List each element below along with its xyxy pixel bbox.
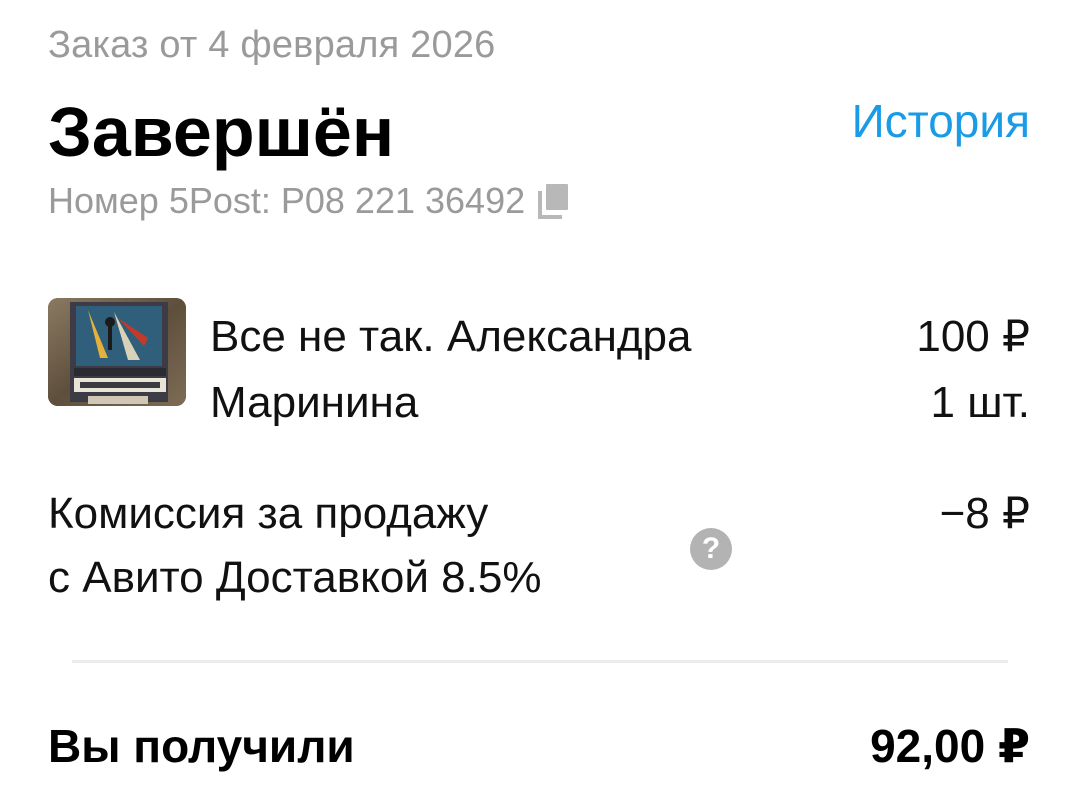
tracking-label: Номер 5Post:: [48, 180, 271, 221]
item-price: 100 ₽: [916, 312, 1030, 361]
item-title[interactable]: Все не так. Александра Маринина: [210, 304, 790, 436]
commission-description: Комиссия за продажу с Авито Доставкой 8.…: [48, 482, 648, 610]
question-mark-icon[interactable]: ?: [690, 528, 732, 570]
order-details-screen: Заказ от 4 февраля 2026 Завершён История…: [0, 0, 1080, 810]
tracking-number: Р08 221 36492: [280, 180, 526, 221]
total-label: Вы получили: [48, 720, 355, 772]
commission-row: Комиссия за продажу с Авито Доставкой 8.…: [48, 482, 1030, 612]
commission-line-2: с Авито Доставкой 8.5%: [48, 553, 542, 602]
book-cover-image[interactable]: [48, 298, 186, 406]
divider: [72, 660, 1008, 663]
total-value: 92,00 ₽: [870, 720, 1030, 772]
copy-icon[interactable]: [535, 181, 575, 221]
order-item[interactable]: Все не так. Александра Маринина 100 ₽ 1 …: [48, 298, 1030, 428]
commission-amount: −8 ₽: [939, 489, 1030, 538]
order-date: Заказ от 4 февраля 2026: [48, 24, 496, 66]
item-quantity: 1 шт.: [930, 378, 1031, 427]
history-link[interactable]: История: [852, 94, 1030, 148]
order-status-title: Завершён: [48, 93, 395, 171]
commission-line-1: Комиссия за продажу: [48, 489, 489, 538]
tracking-number-row: Номер 5Post: Р08 221 36492: [48, 178, 575, 224]
